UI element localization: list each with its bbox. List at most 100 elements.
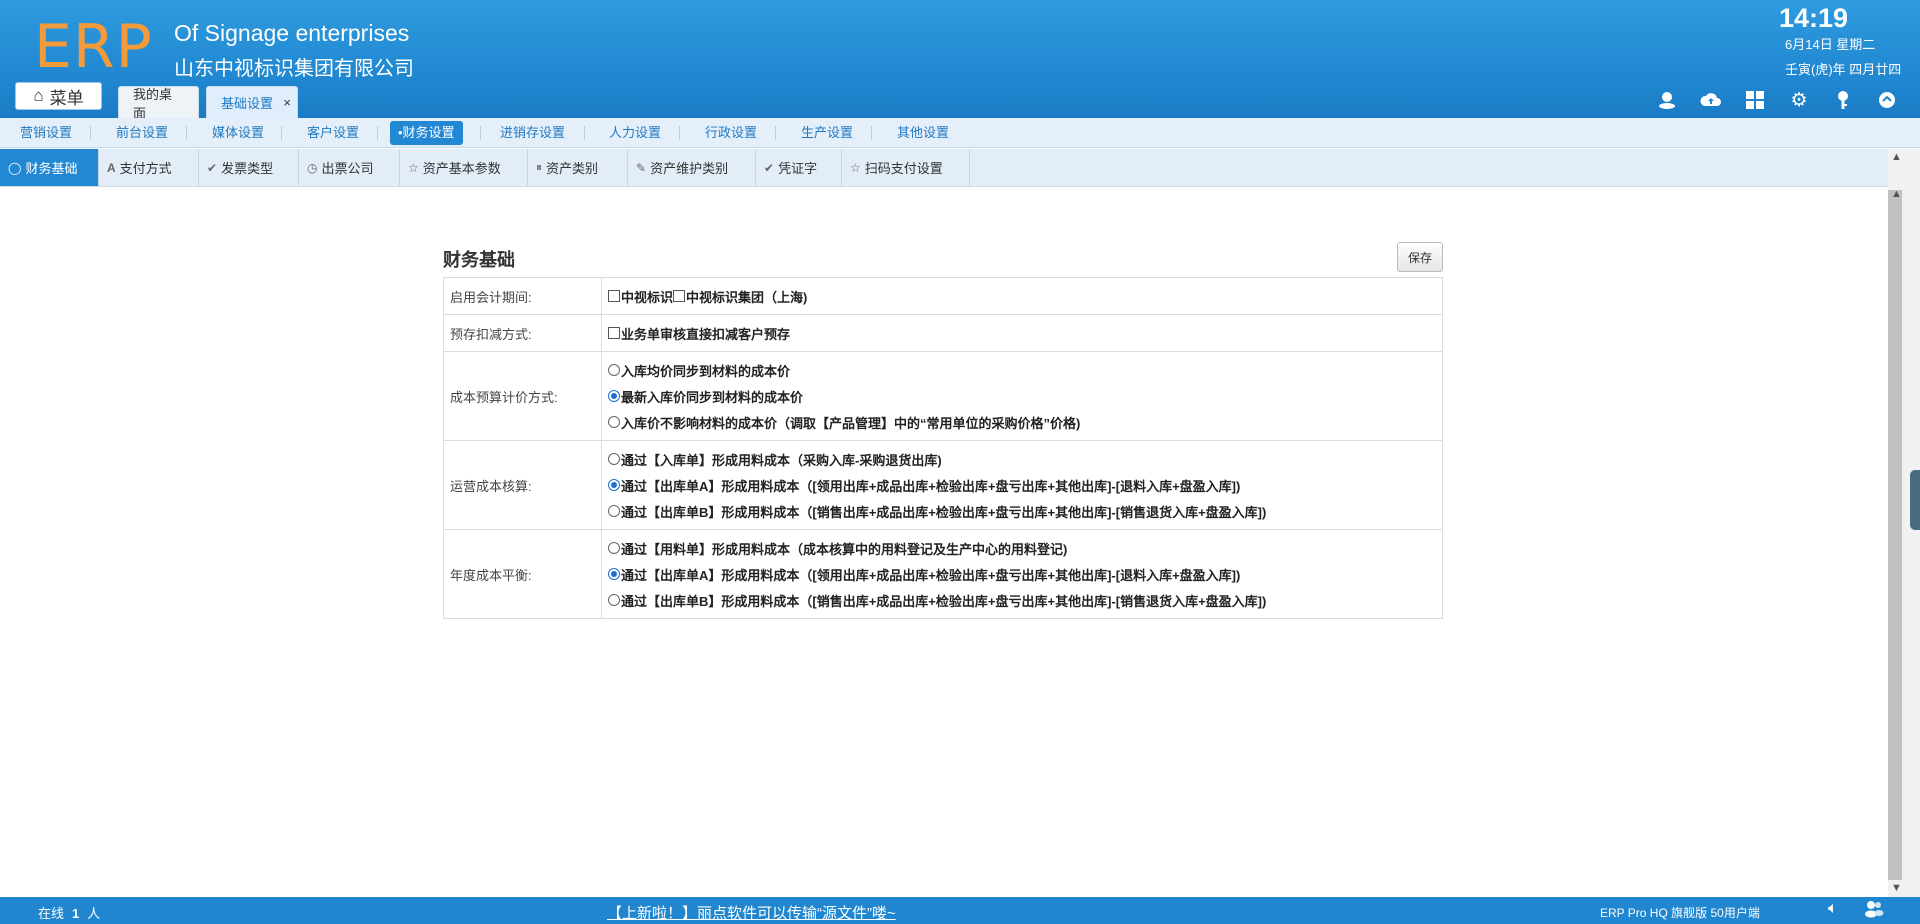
option-label[interactable]: 通过【出库单A】形成用料成本（[领用出库+成品出库+检验出库+盘亏出库+其他出库… [621,476,1240,495]
users-icon[interactable] [1864,900,1884,923]
subtab-voucher-words[interactable]: ✔ 凭证字 [756,149,842,186]
subtab-asset-parameters[interactable]: ☆ 资产基本参数 [400,149,528,186]
tab-label: 基础设置 [221,96,274,111]
nav-inventory-settings[interactable]: 进销存设置 [492,121,573,145]
subtab-issuing-company[interactable]: ◷ 出票公司 [299,149,400,186]
checkbox[interactable] [608,327,620,339]
field-label: 预存扣减方式: [443,314,602,352]
subtab-asset-categories[interactable]: ⏸ 资产类别 [528,149,628,186]
clock-date: 6月14日 星期二 [1785,37,1876,52]
check-icon: ✔ [207,160,218,175]
company-name-cn: 山东中视标识集团有限公司 [174,58,414,80]
option-label[interactable]: 通过【出库单A】形成用料成本（[领用出库+成品出库+检验出库+盘亏出库+其他出库… [621,565,1240,584]
pause-icon: ⏸ [536,160,543,174]
checkbox[interactable] [608,290,620,302]
nav-marketing-settings[interactable]: 营销设置 [12,121,80,145]
option-label[interactable]: 通过【出库单B】形成用料成本（[销售出库+成品出库+检验出库+盘亏出库+其他出库… [621,591,1266,610]
tab-basic-settings[interactable]: 基础设置 × [206,86,298,118]
radio-button-selected[interactable] [608,479,620,491]
apps-icon[interactable] [1744,89,1766,111]
radio-button[interactable] [608,542,620,554]
nav-hr-settings[interactable]: 人力设置 [601,121,669,145]
option[interactable]: 入库价不影响材料的成本价（调取【产品管理】中的“常用单位的采购价格”价格) [608,409,1436,435]
option[interactable]: 业务单审核直接扣减客户预存 [608,320,1436,346]
form-row: 启用会计期间: 中视标识 中视标识集团（上海) [443,277,1443,315]
radio-button[interactable] [608,594,620,606]
subtab-asset-maintenance-categories[interactable]: ✎ 资产维护类别 [628,149,756,186]
form-row: 预存扣减方式: 业务单审核直接扣减客户预存 [443,314,1443,352]
option[interactable]: 通过【出库单B】形成用料成本（[销售出库+成品出库+检验出库+盘亏出库+其他出库… [608,587,1436,613]
user-icon[interactable] [1656,89,1678,111]
collapse-icon[interactable] [1876,89,1898,111]
radio-button[interactable] [608,364,620,376]
side-panel-handle[interactable] [1910,470,1920,530]
option-label[interactable]: 通过【入库单】形成用料成本（采购入库-采购退货出库) [621,450,942,469]
subtab-label: 资产类别 [546,161,599,176]
radio-button[interactable] [608,416,620,428]
tab-my-desktop[interactable]: 我的桌面 [118,86,199,121]
online-unit: 人 [87,906,101,921]
nav-finance-settings[interactable]: •财务设置 [390,121,463,145]
clock-icon: ◷ [307,160,318,175]
radio-button[interactable] [608,453,620,465]
option-label[interactable]: 最新入库价同步到材料的成本价 [621,387,803,406]
scroll-down-arrow-icon[interactable]: ▼ [1891,882,1902,894]
option-label[interactable]: 通过【出库单B】形成用料成本（[销售出库+成品出库+检验出库+盘亏出库+其他出库… [621,502,1266,521]
main-menu-button[interactable]: ⌂ 菜单 [15,82,102,110]
option[interactable]: 最新入库价同步到材料的成本价 [608,383,1436,409]
field-value: 入库均价同步到材料的成本价 最新入库价同步到材料的成本价 入库价不影响材料的成本… [601,351,1443,441]
nav-admin-settings[interactable]: 行政设置 [697,121,765,145]
nav-production-settings[interactable]: 生产设置 [793,121,861,145]
menu-button-label: 菜单 [49,88,84,108]
option-label[interactable]: 入库价不影响材料的成本价（调取【产品管理】中的“常用单位的采购价格”价格) [621,413,1080,432]
nav-frontdesk-settings[interactable]: 前台设置 [108,121,176,145]
subtab-label: 扫码支付设置 [864,161,943,176]
option-label[interactable]: 入库均价同步到材料的成本价 [621,361,790,380]
option[interactable]: 通过【用料单】形成用料成本（成本核算中的用料登记及生产中心的用料登记) [608,535,1436,561]
pencil-icon: ✎ [636,160,647,175]
volume-icon[interactable]: 🔈︎ [1828,900,1838,923]
form-row: 成本预算计价方式: 入库均价同步到材料的成本价 最新入库价同步到材料的成本价 入… [443,351,1443,441]
subtab-qr-payment-settings[interactable]: ☆ 扫码支付设置 [842,149,970,186]
subtab-invoice-types[interactable]: ✔ 发票类型 [199,149,299,186]
radio-button-selected[interactable] [608,390,620,402]
option[interactable]: 通过【出库单A】形成用料成本（[领用出库+成品出库+检验出库+盘亏出库+其他出库… [608,472,1436,498]
nav-media-settings[interactable]: 媒体设置 [204,121,272,145]
option[interactable]: 入库均价同步到材料的成本价 [608,357,1436,383]
radio-button[interactable] [608,505,620,517]
nav-other-settings[interactable]: 其他设置 [889,121,957,145]
divider [584,126,585,140]
subtab-payment-methods[interactable]: A 支付方式 [99,149,199,186]
field-label: 启用会计期间: [443,277,602,315]
divider [679,126,680,140]
option[interactable]: 通过【出库单A】形成用料成本（[领用出库+成品出库+检验出库+盘亏出库+其他出库… [608,561,1436,587]
form-row: 年度成本平衡: 通过【用料单】形成用料成本（成本核算中的用料登记及生产中心的用料… [443,529,1443,619]
footer-icons: 🔈︎ [1828,900,1884,923]
scroll-up-arrow-icon[interactable]: ▲ [1891,188,1902,200]
option-label[interactable]: 中视标识集团（上海) [686,287,807,306]
key-icon[interactable] [1832,89,1854,111]
checkbox[interactable] [673,290,686,302]
field-value: 通过【用料单】形成用料成本（成本核算中的用料登记及生产中心的用料登记) 通过【出… [601,529,1443,619]
radio-button-selected[interactable] [608,568,620,580]
cloud-upload-icon[interactable] [1700,89,1722,111]
option-label[interactable]: 通过【用料单】形成用料成本（成本核算中的用料登记及生产中心的用料登记) [621,539,1067,558]
finance-subnav: ◯ 财务基础 A 支付方式 ✔ 发票类型 ◷ 出票公司 ☆ 资产基本参数 ⏸ 资… [0,149,1888,187]
subtab-label: 凭证字 [778,161,818,176]
subtab-finance-basics[interactable]: ◯ 财务基础 [0,149,99,186]
scroll-up-arrow-icon[interactable]: ▲ [1891,151,1902,163]
gear-icon[interactable]: ⚙ [1788,89,1810,111]
save-button[interactable]: 保存 [1397,242,1443,272]
option[interactable]: 通过【出库单B】形成用料成本（[销售出库+成品出库+检验出库+盘亏出库+其他出库… [608,498,1436,524]
clock-time: 14:19 [1778,3,1848,33]
field-label: 年度成本平衡: [443,529,602,619]
announcement-link[interactable]: 【上新啦！】丽点软件可以传输“源文件”喽~ [607,902,896,923]
option-label[interactable]: 中视标识 [621,287,673,306]
option-label[interactable]: 业务单审核直接扣减客户预存 [621,324,790,343]
option[interactable]: 通过【入库单】形成用料成本（采购入库-采购退货出库) [608,446,1436,472]
close-icon[interactable]: × [283,95,291,110]
field-label: 成本预算计价方式: [443,351,602,441]
erp-logo: ERP [34,12,153,82]
nav-customer-settings[interactable]: 客户设置 [299,121,367,145]
scrollbar-thumb[interactable] [1888,190,1902,880]
